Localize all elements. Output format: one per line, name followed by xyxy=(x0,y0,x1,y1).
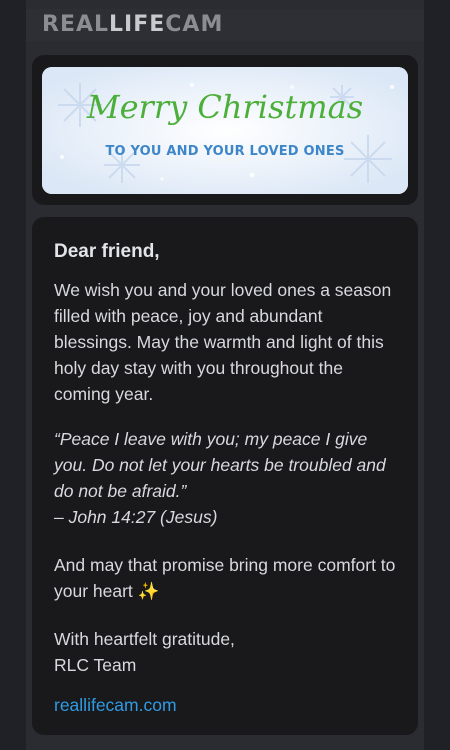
email-header: REALLIFECAM xyxy=(26,9,424,41)
quote-text: “Peace I leave with you; my peace I give… xyxy=(54,429,386,501)
logo-part-real: REAL xyxy=(42,12,110,37)
christmas-banner: Merry Christmas TO YOU AND YOUR LOVED ON… xyxy=(42,67,408,194)
website-link[interactable]: reallifecam.com xyxy=(54,692,404,718)
quote-citation: – John 14:27 (Jesus) xyxy=(54,507,218,527)
logo-part-life: LIFE xyxy=(109,12,166,37)
signature: RLC Team xyxy=(54,655,137,675)
banner-container: Merry Christmas TO YOU AND YOUR LOVED ON… xyxy=(32,55,418,205)
logo-part-cam: CAM xyxy=(165,12,224,37)
signature-block: With heartfelt gratitude, RLC Team xyxy=(54,626,404,678)
email-body: REALLIFECAM Merry Christmas TO YOU AND Y… xyxy=(26,0,424,750)
snowflake-decoration xyxy=(42,67,408,194)
message-card: Dear friend, We wish you and your loved … xyxy=(32,217,418,735)
email-view: REALLIFECAM Merry Christmas TO YOU AND Y… xyxy=(0,0,450,750)
banner-title: Merry Christmas xyxy=(86,88,364,126)
brand-logo: REALLIFECAM xyxy=(42,13,223,37)
bible-quote: “Peace I leave with you; my peace I give… xyxy=(54,426,404,530)
banner-subtitle: TO YOU AND YOUR LOVED ONES xyxy=(105,144,345,159)
greeting: Dear friend, xyxy=(54,241,160,262)
promise-paragraph: And may that promise bring more comfort … xyxy=(54,555,396,601)
wish-paragraph: We wish you and your loved ones a season… xyxy=(54,280,392,404)
signoff: With heartfelt gratitude, xyxy=(54,629,235,649)
